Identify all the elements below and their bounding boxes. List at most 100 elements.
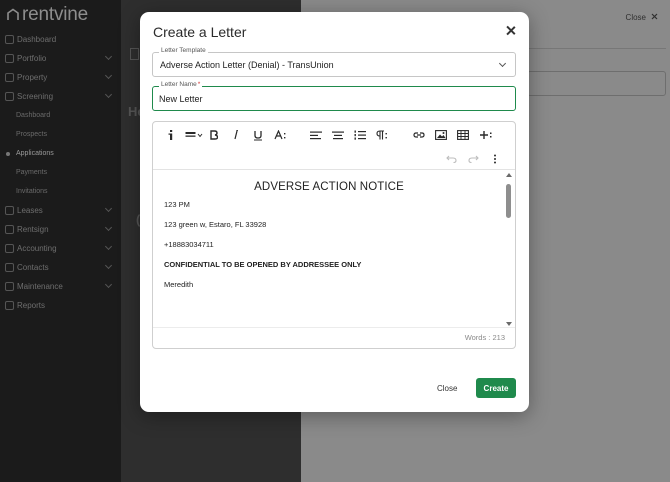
letter-name-label: Letter Name* xyxy=(159,81,203,88)
underline-icon[interactable] xyxy=(251,128,264,142)
app-sidebar: rentvine Dashboard Portfolio Property Scree… xyxy=(0,0,121,482)
document-paragraph: 123 green w, Estaro, FL 33928 xyxy=(164,220,267,229)
scroll-up-arrow-icon[interactable] xyxy=(506,173,512,177)
document-paragraph: Meredith xyxy=(164,280,194,289)
document-heading: ADVERSE ACTION NOTICE xyxy=(254,181,404,193)
logo-mark-icon xyxy=(6,8,20,22)
sidebar-item[interactable]: Leases xyxy=(0,201,121,220)
table-icon[interactable] xyxy=(456,128,470,142)
document-paragraph: +18883034711 xyxy=(164,240,214,249)
chevron-down-icon xyxy=(104,261,113,270)
chevron-down-icon xyxy=(104,71,113,80)
nav-icon xyxy=(5,244,14,253)
brand-name: rentvine xyxy=(22,4,88,25)
more-options-icon[interactable] xyxy=(490,152,500,166)
sidebar-item[interactable]: Maintenance xyxy=(0,277,121,296)
insert-more-icon[interactable] xyxy=(478,128,494,142)
letter-template-label: Letter Template xyxy=(159,47,208,54)
word-count: Words : 213 xyxy=(464,333,505,342)
editor-content[interactable]: ADVERSE ACTION NOTICE 123 PM 123 green w… xyxy=(153,171,505,328)
editor-scrollbar[interactable] xyxy=(505,171,514,328)
sidebar-item-label: Reports xyxy=(17,301,46,310)
modal-close-icon[interactable] xyxy=(505,25,517,37)
sidebar-subitem[interactable]: Invitations xyxy=(0,182,121,201)
close-button[interactable]: Close xyxy=(437,384,457,393)
chevron-down-icon xyxy=(104,242,113,251)
italic-icon[interactable] xyxy=(230,128,242,142)
align-left-icon[interactable] xyxy=(309,128,323,142)
sidebar-item-label: Screening xyxy=(17,92,54,101)
drawer-close-button[interactable]: Close xyxy=(626,13,658,22)
sidebar-item-label: Accounting xyxy=(17,244,57,253)
nav-icon xyxy=(5,263,14,272)
sidebar-item-label: Portfolio xyxy=(17,54,47,63)
scroll-down-arrow-icon[interactable] xyxy=(506,322,512,326)
nav-icon xyxy=(5,35,14,44)
editor-statusbar: Words : 213 xyxy=(153,327,515,348)
nav-icon xyxy=(5,225,14,234)
nav-icon xyxy=(5,282,14,291)
nav-icon xyxy=(5,301,14,310)
sidebar-item[interactable]: Accounting xyxy=(0,239,121,258)
editor-toolbar xyxy=(153,122,515,170)
document-paragraph: CONFIDENTIAL TO BE OPENED BY ADDRESSEE O… xyxy=(164,260,362,269)
sidebar-item[interactable]: Screening xyxy=(0,87,121,106)
sidebar-subitem[interactable]: Dashboard xyxy=(0,106,121,125)
sidebar-nav: Dashboard Portfolio Property Screening Dashb… xyxy=(0,30,121,315)
sidebar-subitem[interactable]: Prospects xyxy=(0,125,121,144)
letter-name-field[interactable]: Letter Name* xyxy=(152,81,516,111)
chevron-down-icon xyxy=(104,90,113,99)
sidebar-item[interactable]: Portfolio xyxy=(0,49,121,68)
chevron-down-icon xyxy=(104,204,113,213)
image-icon[interactable] xyxy=(434,128,448,142)
insert-block-icon[interactable] xyxy=(184,128,204,142)
chevron-down-icon xyxy=(104,280,113,289)
font-size-icon[interactable] xyxy=(273,128,287,142)
sidebar-item-label: Applications xyxy=(16,150,54,157)
sidebar-item[interactable]: Property xyxy=(0,68,121,87)
nav-icon xyxy=(5,92,14,101)
drawer-close-label: Close xyxy=(625,13,646,22)
brand-logo[interactable]: rentvine xyxy=(6,4,88,26)
main-icon-fragment xyxy=(130,48,139,60)
sidebar-item[interactable]: Dashboard xyxy=(0,30,121,49)
create-button[interactable]: Create xyxy=(476,378,516,398)
sidebar-item[interactable]: Contacts xyxy=(0,258,121,277)
sidebar-item-label: Dashboard xyxy=(17,35,57,44)
sidebar-subitem[interactable]: Applications xyxy=(0,144,121,163)
close-icon xyxy=(651,13,658,22)
sidebar-item-label: Leases xyxy=(17,206,43,215)
sidebar-item-label: Contacts xyxy=(17,263,49,272)
chevron-down-icon xyxy=(104,223,113,232)
sidebar-item[interactable]: Reports xyxy=(0,296,121,315)
redo-icon[interactable] xyxy=(466,152,480,166)
sidebar-item-label: Payments xyxy=(16,169,48,176)
sidebar-subitem[interactable]: Payments xyxy=(0,163,121,182)
chevron-down-icon xyxy=(104,52,113,61)
link-icon[interactable] xyxy=(412,128,426,142)
chevron-down-icon xyxy=(498,59,507,68)
drawer-field xyxy=(527,71,666,96)
bold-icon[interactable] xyxy=(208,128,220,142)
sidebar-item-label: Prospects xyxy=(16,131,48,138)
modal-title: Create a Letter xyxy=(153,24,247,40)
nav-icon xyxy=(5,206,14,215)
sidebar-item[interactable]: Rentsign xyxy=(0,220,121,239)
sidebar-item-label: Dashboard xyxy=(16,112,51,119)
sidebar-item-label: Property xyxy=(17,73,48,82)
letter-template-value: Adverse Action Letter (Denial) - TransUn… xyxy=(160,60,334,70)
sidebar-item-label: Maintenance xyxy=(17,282,63,291)
info-icon[interactable] xyxy=(164,128,178,142)
letter-name-input[interactable] xyxy=(159,92,499,106)
ordered-list-icon[interactable] xyxy=(353,128,367,142)
undo-icon[interactable] xyxy=(444,152,458,166)
letter-template-select[interactable]: Letter Template Adverse Action Letter (D… xyxy=(152,47,516,77)
align-center-icon[interactable] xyxy=(331,128,345,142)
drawer-divider xyxy=(527,48,666,49)
document-paragraph: 123 PM xyxy=(164,200,190,209)
required-mark: * xyxy=(197,81,201,88)
create-letter-modal: Create a Letter Letter Template Adverse … xyxy=(140,12,529,412)
letter-editor: ADVERSE ACTION NOTICE 123 PM 123 green w… xyxy=(152,121,516,349)
scrollbar-thumb[interactable] xyxy=(506,184,511,218)
paragraph-icon[interactable] xyxy=(375,128,389,142)
